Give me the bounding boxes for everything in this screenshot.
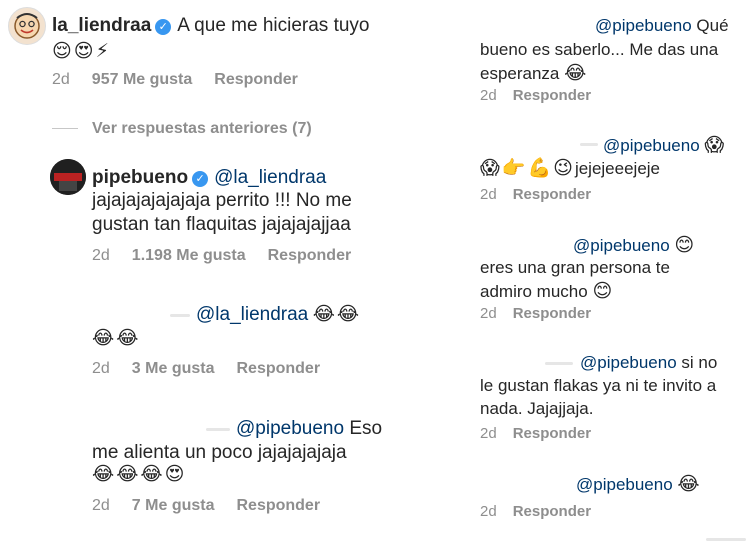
verified-badge-icon: ✓ [192,170,209,187]
reply-button[interactable]: Responder [268,247,352,264]
avatar-pipebueno[interactable] [50,159,86,195]
likes-count[interactable]: 957 Me gusta [92,71,192,88]
mention-link[interactable]: @la_liendraa [214,167,326,188]
mention-link[interactable]: @pipebueno [576,475,673,494]
reply-header: @la_liendraa 😂😂 [196,302,361,327]
reply-text: Eso [349,418,383,439]
comment-header-la-liendraa: la_liendraa ✓ A que me hicieras tuyo [52,13,370,38]
reply-emoji: 😂 [564,62,589,84]
reply-header-pipebueno: pipebueno ✓ @la_liendraa [92,165,326,190]
reply-header: @pipebueno Eso [236,416,382,441]
redacted-mark [206,428,230,431]
reply-button[interactable]: Responder [214,71,298,88]
reply-header: @pipebueno si no [580,351,717,375]
reply-meta: 2d 7 Me gusta Responder [92,497,342,515]
avatar-la-liendraa[interactable] [8,7,46,45]
redacted-mark [580,143,598,146]
reply-button[interactable]: Responder [513,503,591,520]
reply-text-line: nada. Jajajjaja. [480,399,594,418]
reply-button[interactable]: Responder [236,360,320,377]
reply-text-line: bueno es saberlo... Me das una [480,40,719,59]
reply-text-line: le gustan flakas ya ni te invito a [480,376,717,395]
verified-badge-icon: ✓ [155,18,172,35]
reply-button[interactable]: Responder [513,186,591,203]
timestamp: 2d [92,247,110,264]
reply-meta: 2d Responder [480,87,607,104]
reply-text: Qué [696,16,729,35]
view-previous-replies[interactable]: Ver respuestas anteriores (7) [52,120,312,138]
view-previous-label: Ver respuestas anteriores (7) [92,120,312,137]
mention-link[interactable]: @la_liendraa [196,304,308,325]
reply-text-line: jajajajajajajaja perrito !!! No me [92,190,352,211]
comment-meta: 2d 957 Me gusta Responder [52,71,320,89]
reply-button[interactable]: Responder [236,497,320,514]
comment-emojis: 😌😍⚡ [52,40,111,62]
redacted-mark [706,538,746,541]
timestamp: 2d [480,305,497,322]
reply-header: @pipebueno 😱 [603,133,726,158]
mention-link[interactable]: @pipebueno [580,353,677,372]
reply-meta: 2d 1.198 Me gusta Responder [92,247,373,265]
reply-header: @pipebueno 😂 [576,472,702,497]
username[interactable]: pipebueno [92,167,188,188]
comment-text: A que me hicieras tuyo [177,15,370,36]
reply-text: jejejeeejeje [574,159,661,178]
reply-header: @pipebueno Qué [595,14,729,38]
reply-text: esperanza [480,64,560,83]
likes-count[interactable]: 7 Me gusta [132,497,215,514]
mention-link[interactable]: @pipebueno [595,16,692,35]
reply-header: @pipebueno 😊 [573,233,696,258]
timestamp: 2d [92,497,110,514]
timestamp: 2d [92,360,110,377]
reply-text-line: gustan tan flaquitas jajajajajjaa [92,214,351,235]
reply-button[interactable]: Responder [513,425,591,442]
divider-line [52,128,78,130]
timestamp: 2d [52,71,70,88]
mention-link[interactable]: @pipebueno [573,236,670,255]
reply-emojis: 😂😂 [92,327,141,349]
reply-meta: 2d 3 Me gusta Responder [92,360,342,378]
reply-text-line: esperanza 😂 [480,61,588,86]
redacted-mark [170,314,190,317]
reply-text: admiro mucho [480,282,588,301]
reply-emoji: 😊 [674,234,697,256]
reply-emojis: 😱👉💪😉 [480,157,575,179]
reply-button[interactable]: Responder [513,87,591,104]
reply-text: si no [681,353,718,372]
timestamp: 2d [480,87,497,104]
reply-emoji: 😂 [677,473,702,495]
timestamp: 2d [480,503,497,520]
mention-link[interactable]: @pipebueno [603,136,700,155]
reply-text-line: 😱👉💪😉jejejeeejeje [480,156,660,181]
reply-emoji: 😊 [592,280,615,302]
timestamp: 2d [480,186,497,203]
redacted-mark [545,362,573,365]
reply-button[interactable]: Responder [513,305,591,322]
right-comments-panel: @pipebueno Qué bueno es saberlo... Me da… [470,0,750,547]
likes-count[interactable]: 3 Me gusta [132,360,215,377]
reply-emoji: 😱 [704,134,727,156]
username[interactable]: la_liendraa [52,15,151,36]
mention-link[interactable]: @pipebueno [236,418,344,439]
reply-text-line: admiro mucho 😊 [480,279,614,304]
reply-meta: 2d Responder [480,425,607,442]
reply-emojis: 😂😂😂😍 [92,463,187,485]
timestamp: 2d [480,425,497,442]
reply-text-line: me alienta un poco jajajajajaja [92,442,347,463]
reply-emojis: 😂😂 [312,303,362,325]
reply-meta: 2d Responder [480,503,607,520]
likes-count[interactable]: 1.198 Me gusta [132,247,246,264]
reply-meta: 2d Responder [480,186,607,203]
left-comments-panel: la_liendraa ✓ A que me hicieras tuyo 😌😍⚡ 2… [0,0,470,547]
face-avatar-icon [14,13,40,39]
reply-meta: 2d Responder [480,305,607,322]
reply-text-line: eres una gran persona te [480,258,670,277]
profile-photo-icon [50,159,86,195]
